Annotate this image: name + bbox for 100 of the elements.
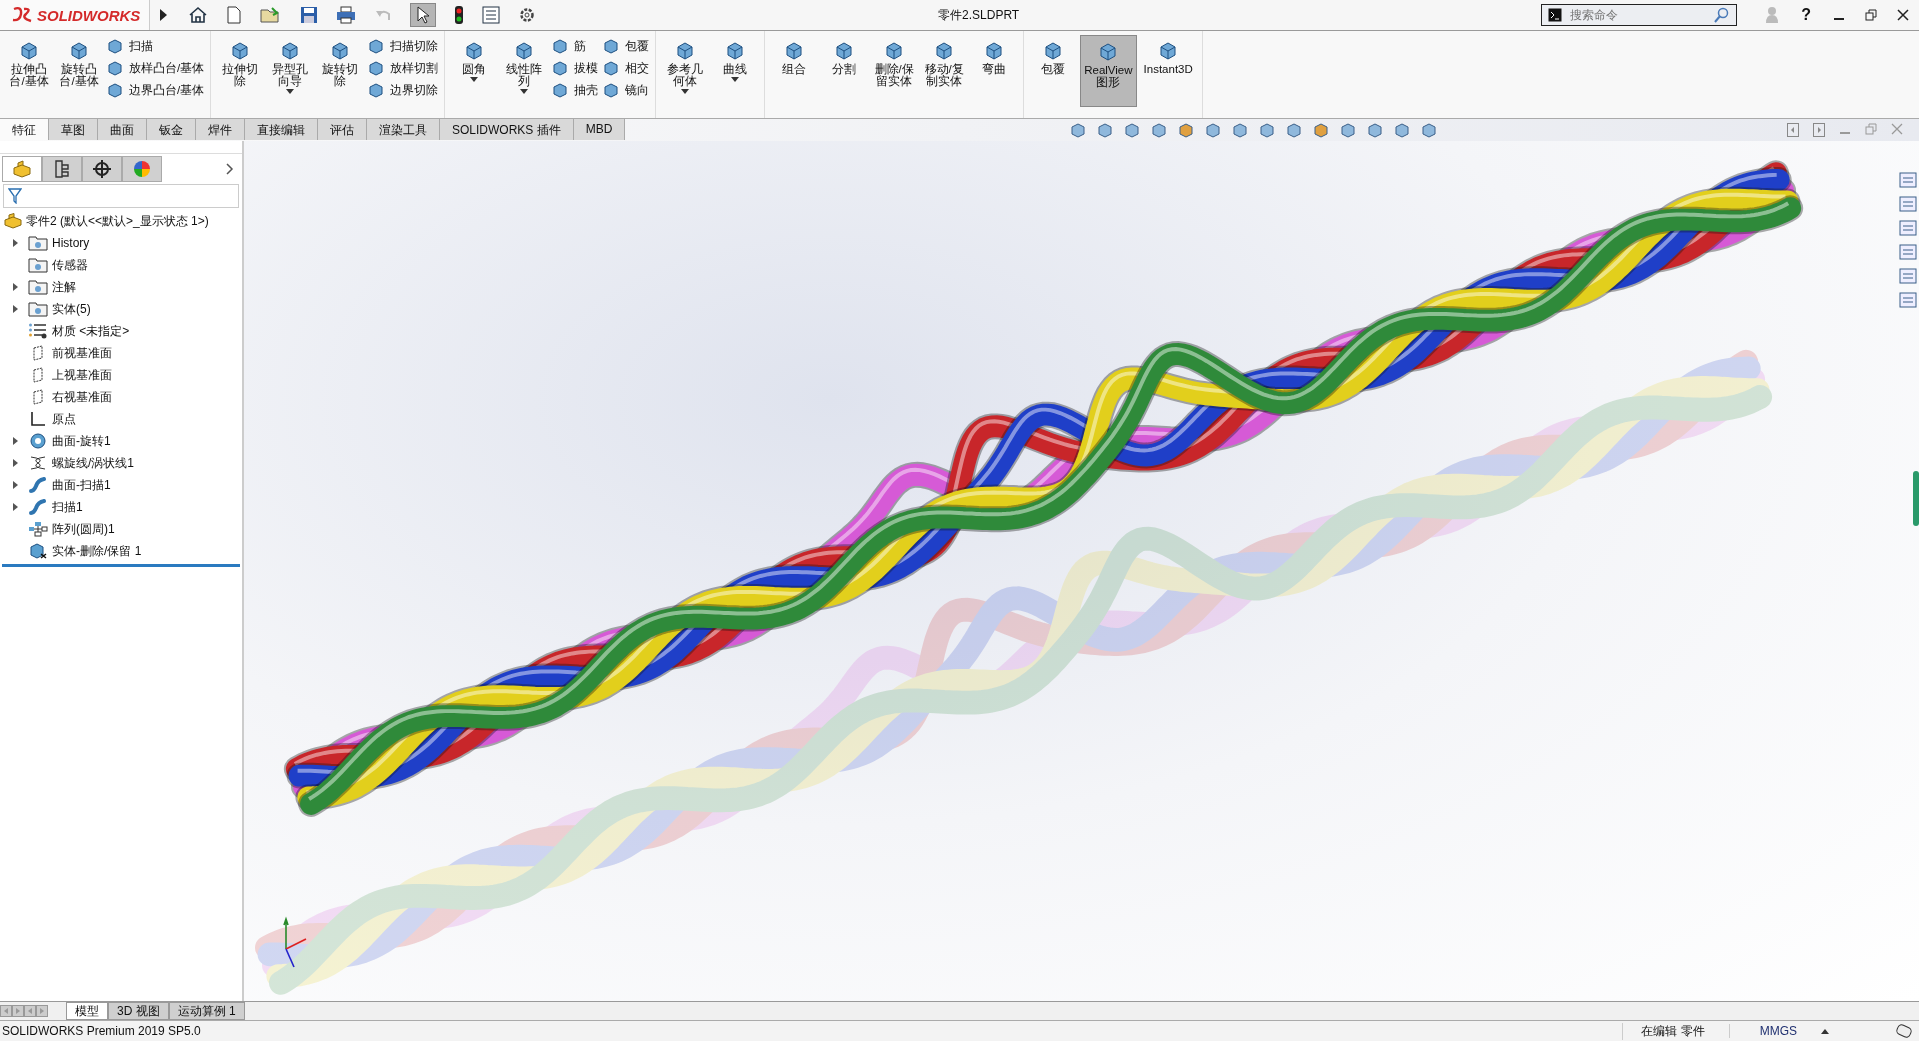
view-tool-icon[interactable] xyxy=(1338,121,1358,139)
task-pane-icon[interactable] xyxy=(1899,195,1917,213)
open-folder-icon[interactable] xyxy=(260,6,282,24)
view-tool-icon[interactable] xyxy=(1203,121,1223,139)
config-tab[interactable] xyxy=(82,156,122,182)
task-pane-icon[interactable] xyxy=(1899,291,1917,309)
ribbon-button[interactable]: 圆角 xyxy=(451,35,498,107)
ribbon-tab[interactable]: 特征 xyxy=(0,119,49,140)
view-tool-icon[interactable] xyxy=(1122,121,1142,139)
display-tab[interactable] xyxy=(122,156,162,182)
expand-arrow-icon[interactable] xyxy=(11,481,19,489)
mouse-icon[interactable] xyxy=(1895,1023,1913,1039)
close-icon[interactable] xyxy=(1897,9,1909,21)
expand-arrow-icon[interactable] xyxy=(11,239,19,247)
ribbon-button[interactable]: 放样凸台/基体 xyxy=(106,59,205,77)
ribbon-button[interactable]: 筋 xyxy=(551,37,599,55)
ribbon-button[interactable]: 参考几何体 xyxy=(662,35,709,107)
tree-item[interactable]: 曲面-扫描1 xyxy=(0,474,242,496)
ribbon-tab[interactable]: SOLIDWORKS 插件 xyxy=(440,119,574,140)
tree-item[interactable]: 螺旋线/涡状线1 xyxy=(0,452,242,474)
ribbon-button[interactable]: 异型孔向导 xyxy=(267,35,314,107)
caret-icon[interactable] xyxy=(286,89,295,94)
tree-item[interactable]: 原点 xyxy=(0,408,242,430)
ribbon-button[interactable]: 线性阵列 xyxy=(501,35,548,107)
ribbon-tab[interactable]: 草图 xyxy=(49,119,98,140)
search-field[interactable]: 搜索命令 xyxy=(1541,4,1738,26)
tree-item[interactable]: 注解 xyxy=(0,276,242,298)
view-tool-icon[interactable] xyxy=(1284,121,1304,139)
tree-item[interactable]: History xyxy=(0,232,242,254)
ribbon-button[interactable]: 移动/复制实体 xyxy=(921,35,968,107)
caret-icon[interactable] xyxy=(731,77,740,82)
tree-item[interactable]: 右视基准面 xyxy=(0,386,242,408)
ribbon-button[interactable]: 扫描切除 xyxy=(367,37,439,55)
restore-icon[interactable] xyxy=(1865,9,1877,21)
expand-arrow-icon[interactable] xyxy=(158,8,168,22)
ribbon-button[interactable]: 拔模 xyxy=(551,59,599,77)
ribbon-button[interactable]: RealView 图形 xyxy=(1080,35,1137,107)
ribbon-button[interactable]: 包覆 xyxy=(1030,35,1077,107)
filter-field[interactable] xyxy=(3,184,239,208)
model-tab[interactable]: 运动算例 1 xyxy=(168,1002,245,1020)
ribbon-button[interactable]: 包覆 xyxy=(602,37,650,55)
tree-item[interactable]: 扫描1 xyxy=(0,496,242,518)
caret-icon[interactable] xyxy=(520,89,529,94)
view-tool-icon[interactable] xyxy=(1176,121,1196,139)
task-pane-icon[interactable] xyxy=(1899,171,1917,189)
ribbon-tab[interactable]: 钣金 xyxy=(147,119,196,140)
view-tool-icon[interactable] xyxy=(1257,121,1277,139)
ribbon-button[interactable]: 弯曲 xyxy=(971,35,1018,107)
ribbon-button[interactable]: 分割 xyxy=(821,35,868,107)
expand-arrow-icon[interactable] xyxy=(11,437,19,445)
task-pane-icon[interactable] xyxy=(1899,267,1917,285)
ribbon-tab[interactable]: 曲面 xyxy=(98,119,147,140)
tree-item[interactable]: 实体-删除/保留 1 xyxy=(0,540,242,562)
property-tab[interactable] xyxy=(42,156,82,182)
ribbon-tab[interactable]: MBD xyxy=(573,119,626,140)
feature-tab[interactable] xyxy=(2,156,42,182)
expand-arrow-icon[interactable] xyxy=(11,459,19,467)
tree-item[interactable]: 材质 <未指定> xyxy=(0,320,242,342)
view-tool-icon[interactable] xyxy=(1392,121,1412,139)
view-tool-icon[interactable] xyxy=(1068,121,1088,139)
view-tool-icon[interactable] xyxy=(1095,121,1115,139)
ribbon-button[interactable]: 镜向 xyxy=(602,81,650,99)
tree-item[interactable]: 零件2 (默认<<默认>_显示状态 1>) xyxy=(0,210,242,232)
help-button[interactable]: ? xyxy=(1801,6,1811,24)
ribbon-button[interactable]: 旋转凸台/基体 xyxy=(56,35,102,107)
view-tool-icon[interactable] xyxy=(1149,121,1169,139)
ribbon-button[interactable]: 旋转切除 xyxy=(317,35,364,107)
print-icon[interactable] xyxy=(336,6,356,24)
model-tab[interactable]: 3D 视图 xyxy=(108,1002,169,1020)
select-button[interactable] xyxy=(410,3,436,27)
ribbon-button[interactable]: 放样切割 xyxy=(367,59,439,77)
settings-icon[interactable] xyxy=(518,6,536,24)
ribbon-tab[interactable]: 评估 xyxy=(318,119,367,140)
view-tool-icon[interactable] xyxy=(1365,121,1385,139)
expand-arrow-icon[interactable] xyxy=(11,503,19,511)
expand-arrow-icon[interactable] xyxy=(11,305,19,313)
solidworks-logo[interactable]: SOLIDWORKS xyxy=(0,0,150,30)
ribbon-button[interactable]: 组合 xyxy=(771,35,818,107)
tree-item[interactable]: 实体(5) xyxy=(0,298,242,320)
save-icon[interactable] xyxy=(300,6,318,24)
ribbon-button[interactable]: 相交 xyxy=(602,59,650,77)
ribbon-tab[interactable]: 直接编辑 xyxy=(245,119,318,140)
view-tool-icon[interactable] xyxy=(1311,121,1331,139)
task-pane-icon[interactable] xyxy=(1899,243,1917,261)
search-input[interactable]: 搜索命令 xyxy=(1568,7,1709,23)
tree-item[interactable]: 上视基准面 xyxy=(0,364,242,386)
tree-item[interactable]: 阵列(圆周)1 xyxy=(0,518,242,540)
ribbon-button[interactable]: 边界凸台/基体 xyxy=(106,81,205,99)
tree-item[interactable]: 曲面-旋转1 xyxy=(0,430,242,452)
caret-icon[interactable] xyxy=(1821,1028,1829,1034)
unit-system[interactable]: MMGS xyxy=(1728,1024,1815,1038)
ribbon-button[interactable]: 抽壳 xyxy=(551,81,599,99)
ribbon-button[interactable]: 删除/保留实体 xyxy=(871,35,918,107)
panel-left-icon[interactable] xyxy=(1787,123,1799,137)
panel-right-icon[interactable] xyxy=(1813,123,1825,137)
expand-arrow-icon[interactable] xyxy=(11,283,19,291)
view-tool-icon[interactable] xyxy=(1419,121,1439,139)
tree-item[interactable]: 传感器 xyxy=(0,254,242,276)
view-tool-icon[interactable] xyxy=(1230,121,1250,139)
chevron-right-icon[interactable] xyxy=(226,163,234,175)
